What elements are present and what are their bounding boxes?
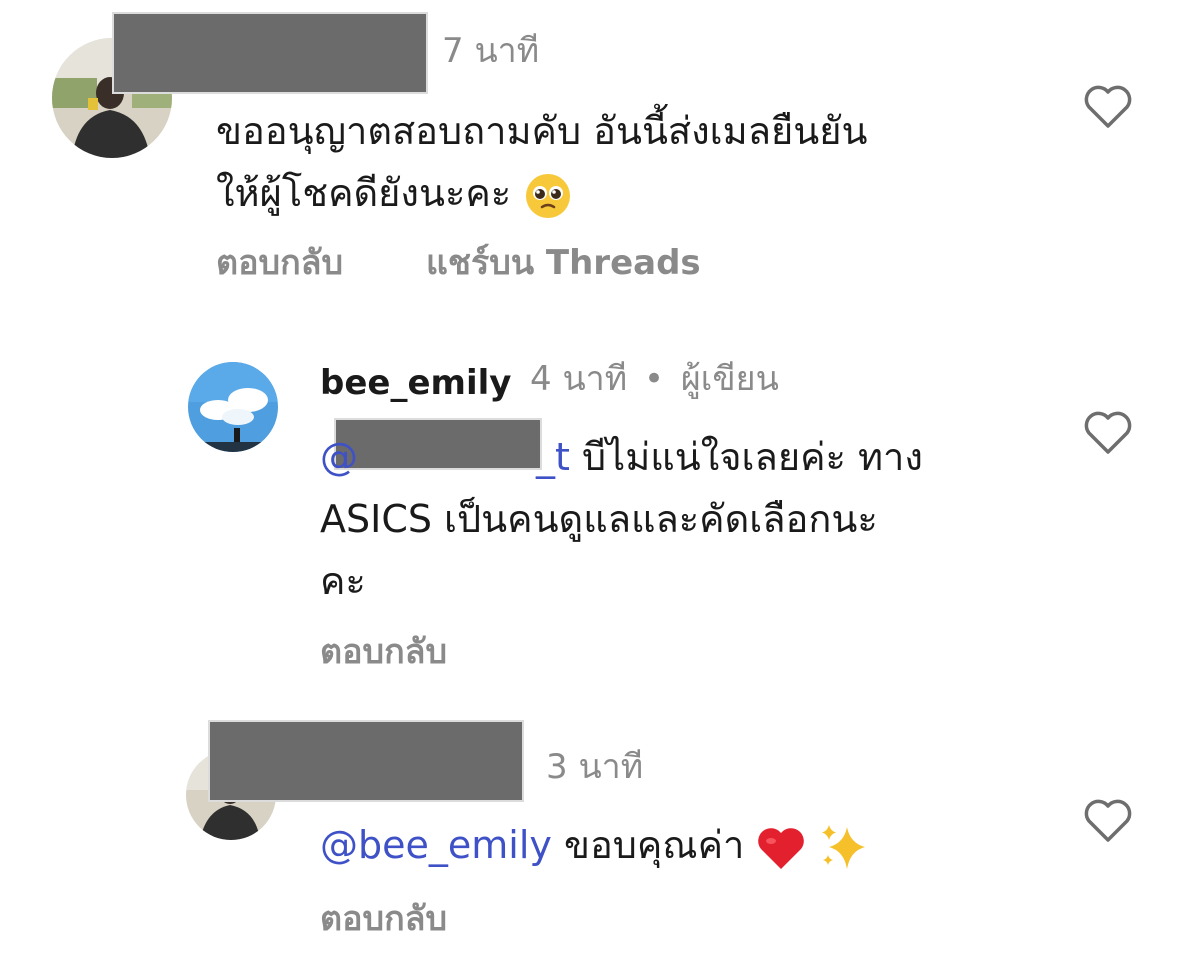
reply-button[interactable]: ตอบกลับ — [320, 902, 447, 936]
comment-time: 7 นาที — [442, 31, 540, 71]
comment-time: 4 นาที • ผู้เขียน — [530, 359, 779, 399]
pleading-face-emoji — [526, 173, 571, 218]
username[interactable]: bee_emily — [320, 366, 511, 400]
sparkles-emoji — [821, 824, 865, 869]
like-heart-icon[interactable] — [1082, 408, 1134, 456]
share-threads-button[interactable]: แชร์บน Threads — [426, 246, 701, 280]
meta-separator: • — [644, 359, 665, 399]
avatar[interactable] — [188, 362, 278, 452]
redacted-username — [112, 12, 428, 94]
comment-time: 3 นาที — [546, 747, 644, 787]
comment-line: @ _t บีไม่แน่ใจเลยค่ะ ทาง — [320, 435, 923, 479]
mention-at-prefix: @ — [320, 435, 358, 479]
comment-text: ขออนุญาตสอบถามคับ อันนี้ส่งเมลยืนยัน ให้… — [216, 100, 867, 224]
comment-line: ASICS เป็นคนดูแลและคัดเลือกนะ — [320, 497, 878, 541]
red-heart-emoji — [758, 827, 805, 869]
comment-line: คะ — [320, 559, 366, 603]
reply-button[interactable]: ตอบกลับ — [320, 635, 447, 669]
mention-link[interactable]: @ _t — [320, 435, 570, 479]
comment-text: @bee_emily ขอบคุณค่า — [320, 814, 871, 876]
comment-line: @bee_emily ขอบคุณค่า — [320, 814, 871, 876]
comment-line: ให้ผู้โชคดียังนะคะ — [216, 162, 867, 224]
redacted-username — [208, 720, 524, 802]
reply-button[interactable]: ตอบกลับ — [216, 246, 343, 280]
comment-text: @ _t บีไม่แน่ใจเลยค่ะ ทาง ASICS เป็นคนดูแ… — [320, 426, 923, 612]
like-heart-icon[interactable] — [1082, 796, 1134, 844]
author-badge: ผู้เขียน — [680, 359, 779, 399]
like-heart-icon[interactable] — [1082, 82, 1134, 130]
mention-link[interactable]: @bee_emily — [320, 823, 552, 867]
comment-line: ขออนุญาตสอบถามคับ อันนี้ส่งเมลยืนยัน — [216, 109, 868, 153]
